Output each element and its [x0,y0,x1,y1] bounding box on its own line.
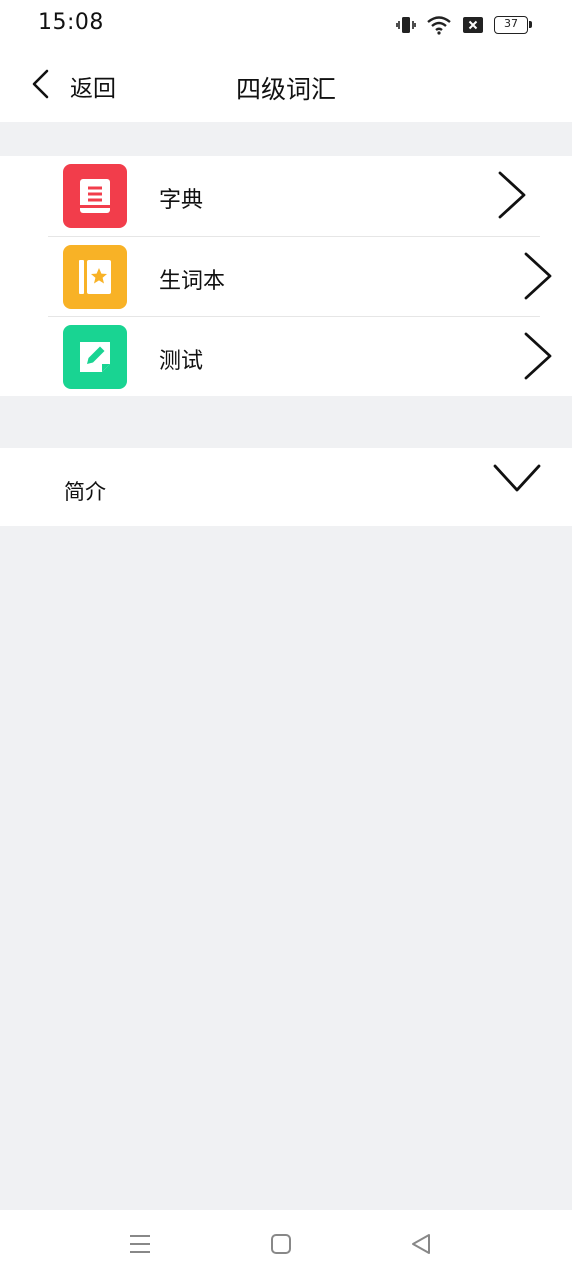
menu-icon[interactable] [128,1232,152,1260]
intro-label: 简介 [64,480,106,504]
sim-blocked-icon [462,16,484,34]
nav-bar: 返回 四级词汇 [0,50,572,122]
wifi-icon [426,15,452,35]
menu-item-label: 字典 [159,188,204,213]
status-bar: 15:08 37 [0,0,572,50]
back-triangle-icon[interactable] [410,1232,432,1260]
menu-item-label: 生词本 [159,269,226,294]
system-navigation-bar [0,1210,572,1280]
home-icon[interactable] [270,1232,292,1260]
test-edit-icon [63,325,127,389]
chevron-right-icon [523,331,553,385]
page-title: 四级词汇 [235,75,336,104]
chevron-down-icon [492,462,542,498]
menu-item-dictionary[interactable]: 字典 [0,156,572,236]
dictionary-book-icon [63,164,127,228]
vocabulary-notebook-star-icon [63,245,127,309]
battery-icon: 37 [494,16,532,34]
status-time: 15:08 [38,10,104,35]
chevron-right-icon [497,170,527,224]
status-icons: 37 [396,14,532,36]
chevron-right-icon [523,251,553,305]
menu-item-label: 测试 [159,349,204,374]
menu-item-test[interactable]: 测试 [48,316,552,396]
intro-section-toggle[interactable]: 简介 [0,448,572,526]
menu-item-vocabulary-notebook[interactable]: 生词本 [48,236,552,316]
menu-list: 字典 生词本 测试 [0,156,572,396]
vibrate-icon [396,15,416,35]
